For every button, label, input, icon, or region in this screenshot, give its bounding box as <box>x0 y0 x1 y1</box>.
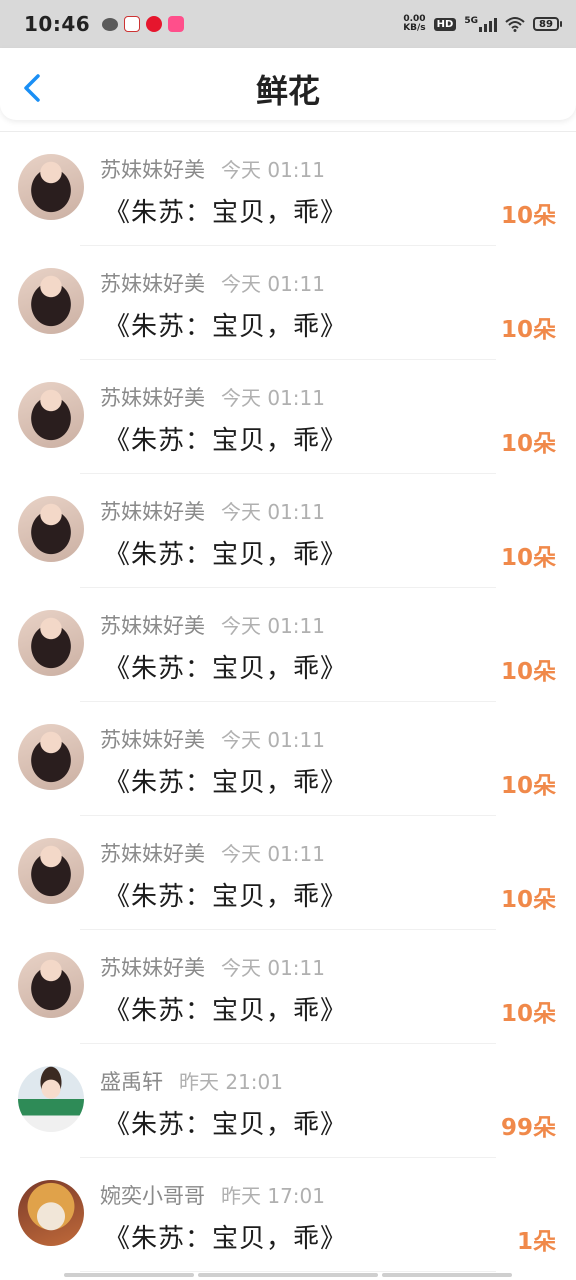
timestamp: 今天 01:11 <box>221 614 325 638</box>
flower-count: 10朵 <box>500 773 556 799</box>
status-bar: 10:46 0.00 KB/s HD 5G 89 <box>0 0 576 48</box>
timestamp: 今天 01:11 <box>221 956 325 980</box>
wechat-icon <box>102 17 119 31</box>
network-speed: 0.00 KB/s <box>403 15 425 33</box>
item-meta: 盛禹轩 昨天 21:01 <box>100 1066 283 1096</box>
nav-indicator <box>198 1273 378 1277</box>
notification-icons <box>102 16 185 32</box>
timestamp: 昨天 17:01 <box>221 1184 325 1208</box>
top-nav-bar: 鲜花 <box>0 48 576 120</box>
list-item[interactable]: 苏妹妹好美 今天 01:11 《朱苏：宝贝，乖》 10朵 <box>0 930 576 1044</box>
flower-count: 10朵 <box>500 1001 556 1027</box>
avatar[interactable] <box>18 1066 84 1132</box>
gift-name: 《朱苏：宝贝，乖》 <box>104 996 348 1026</box>
nav-indicator <box>64 1273 194 1277</box>
list-item[interactable]: 苏妹妹好美 今天 01:11 《朱苏：宝贝，乖》 10朵 <box>0 816 576 930</box>
username[interactable]: 苏妹妹好美 <box>100 268 205 298</box>
timestamp: 今天 01:11 <box>221 386 325 410</box>
gift-name: 《朱苏：宝贝，乖》 <box>104 768 348 798</box>
username[interactable]: 苏妹妹好美 <box>100 952 205 982</box>
username[interactable]: 苏妹妹好美 <box>100 382 205 412</box>
item-meta: 苏妹妹好美 今天 01:11 <box>100 382 325 412</box>
nav-indicator <box>382 1273 512 1277</box>
gift-name: 《朱苏：宝贝，乖》 <box>104 654 348 684</box>
avatar[interactable] <box>18 268 84 334</box>
timestamp: 今天 01:11 <box>221 842 325 866</box>
page-title: 鲜花 <box>255 72 320 110</box>
gift-name: 《朱苏：宝贝，乖》 <box>104 1110 348 1140</box>
username[interactable]: 苏妹妹好美 <box>100 496 205 526</box>
username[interactable]: 盛禹轩 <box>100 1066 163 1096</box>
gift-name: 《朱苏：宝贝，乖》 <box>104 426 348 456</box>
item-meta: 苏妹妹好美 今天 01:11 <box>100 268 325 298</box>
signal-bar <box>489 21 492 32</box>
gift-name: 《朱苏：宝贝，乖》 <box>104 882 348 912</box>
divider <box>80 1271 496 1272</box>
wifi-icon <box>505 17 525 32</box>
avatar[interactable] <box>18 610 84 676</box>
cellular-signal-icon: 5G <box>464 16 497 32</box>
signal-bar <box>484 24 487 32</box>
avatar[interactable] <box>18 1180 84 1246</box>
status-time: 10:46 <box>24 12 91 36</box>
battery-icon: 89 <box>533 17 562 31</box>
list-item[interactable]: 苏妹妹好美 今天 01:11 《朱苏：宝贝，乖》 10朵 <box>0 246 576 360</box>
item-meta: 苏妹妹好美 今天 01:11 <box>100 952 325 982</box>
signal-label: 5G <box>464 16 478 26</box>
item-meta: 婉奕小哥哥 昨天 17:01 <box>100 1180 325 1210</box>
flower-count: 1朵 <box>516 1229 556 1255</box>
gift-name: 《朱苏：宝贝，乖》 <box>104 198 348 228</box>
battery-level: 89 <box>533 17 559 31</box>
avatar[interactable] <box>18 496 84 562</box>
flower-count: 10朵 <box>500 203 556 229</box>
username[interactable]: 苏妹妹好美 <box>100 610 205 640</box>
list-item[interactable]: 苏妹妹好美 今天 01:11 《朱苏：宝贝，乖》 10朵 <box>0 474 576 588</box>
list-item[interactable]: 盛禹轩 昨天 21:01 《朱苏：宝贝，乖》 99朵 <box>0 1044 576 1158</box>
flower-gift-list: 苏妹妹好美 今天 01:11 《朱苏：宝贝，乖》 10朵 苏妹妹好美 今天 01:11 《朱… <box>0 132 576 1272</box>
flower-count: 10朵 <box>500 317 556 343</box>
calendar-app-icon <box>124 16 141 32</box>
timestamp: 今天 01:11 <box>221 272 325 296</box>
item-meta: 苏妹妹好美 今天 01:11 <box>100 610 325 640</box>
list-item[interactable]: 婉奕小哥哥 昨天 17:01 《朱苏：宝贝，乖》 1朵 <box>0 1158 576 1272</box>
signal-bar <box>494 18 497 32</box>
hd-badge: HD <box>433 17 457 31</box>
item-meta: 苏妹妹好美 今天 01:11 <box>100 838 325 868</box>
signal-bar <box>479 27 482 32</box>
timestamp: 昨天 21:01 <box>179 1070 283 1094</box>
username[interactable]: 苏妹妹好美 <box>100 724 205 754</box>
flower-count: 99朵 <box>500 1115 556 1141</box>
list-item[interactable]: 苏妹妹好美 今天 01:11 《朱苏：宝贝，乖》 10朵 <box>0 588 576 702</box>
username[interactable]: 婉奕小哥哥 <box>100 1180 205 1210</box>
item-meta: 苏妹妹好美 今天 01:11 <box>100 724 325 754</box>
flower-count: 10朵 <box>500 545 556 571</box>
avatar[interactable] <box>18 382 84 448</box>
avatar[interactable] <box>18 724 84 790</box>
flower-count: 10朵 <box>500 659 556 685</box>
item-meta: 苏妹妹好美 今天 01:11 <box>100 496 325 526</box>
weibo-icon <box>146 16 163 32</box>
gift-name: 《朱苏：宝贝，乖》 <box>104 312 348 342</box>
avatar[interactable] <box>18 154 84 220</box>
gift-name: 《朱苏：宝贝，乖》 <box>104 540 348 570</box>
avatar[interactable] <box>18 952 84 1018</box>
flower-count: 10朵 <box>500 431 556 457</box>
gift-name: 《朱苏：宝贝，乖》 <box>104 1224 348 1254</box>
list-item[interactable]: 苏妹妹好美 今天 01:11 《朱苏：宝贝，乖》 10朵 <box>0 360 576 474</box>
timestamp: 今天 01:11 <box>221 500 325 524</box>
system-indicators: 0.00 KB/s HD 5G 89 <box>403 15 562 33</box>
list-item[interactable]: 苏妹妹好美 今天 01:11 《朱苏：宝贝，乖》 10朵 <box>0 702 576 816</box>
avatar[interactable] <box>18 838 84 904</box>
list-item[interactable]: 苏妹妹好美 今天 01:11 《朱苏：宝贝，乖》 10朵 <box>0 132 576 246</box>
timestamp: 今天 01:11 <box>221 728 325 752</box>
item-meta: 苏妹妹好美 今天 01:11 <box>100 154 325 184</box>
video-app-icon <box>168 16 185 32</box>
network-speed-unit: KB/s <box>403 23 426 33</box>
username[interactable]: 苏妹妹好美 <box>100 838 205 868</box>
timestamp: 今天 01:11 <box>221 158 325 182</box>
flower-count: 10朵 <box>500 887 556 913</box>
username[interactable]: 苏妹妹好美 <box>100 154 205 184</box>
